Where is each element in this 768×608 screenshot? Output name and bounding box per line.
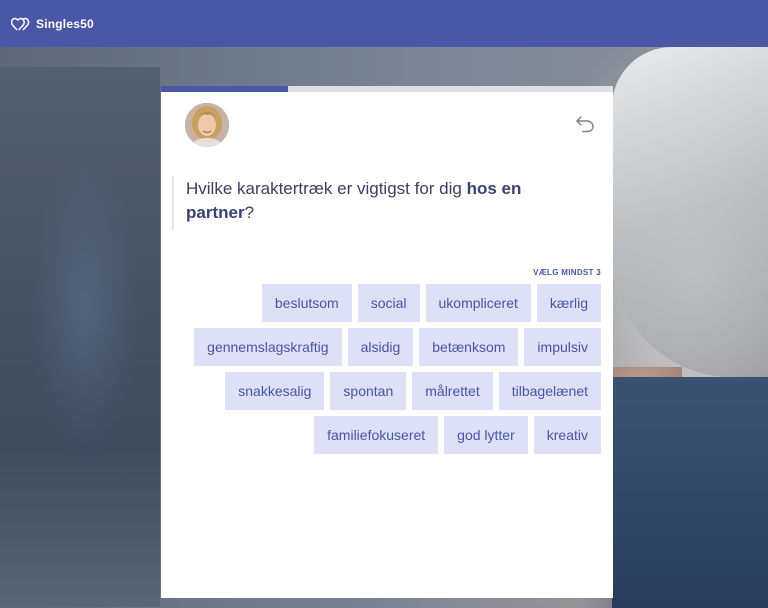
trait-chip[interactable]: tilbagelænet: [498, 372, 601, 410]
selection-hint: VÆLG MINDST 3: [533, 268, 601, 277]
trait-chip[interactable]: spontan: [330, 372, 407, 410]
progress-bar: [161, 86, 613, 92]
back-arrow-icon: [575, 115, 595, 138]
questionnaire-card: Hvilke karaktertræk er vigtigst for dig …: [161, 86, 613, 598]
progress-fill: [161, 86, 288, 92]
trait-chip[interactable]: kærlig: [536, 284, 601, 322]
trait-chip[interactable]: gennemslagskraftig: [194, 328, 342, 366]
question-lead: Hvilke karaktertræk er vigtigst for dig: [186, 179, 467, 198]
trait-chip[interactable]: social: [357, 284, 420, 322]
trait-chip[interactable]: impulsiv: [524, 328, 601, 366]
trait-chip[interactable]: beslutsom: [261, 284, 352, 322]
advisor-avatar: [185, 103, 229, 147]
brand-logo[interactable]: Singles50: [11, 17, 94, 31]
trait-chip[interactable]: god lytter: [444, 416, 528, 454]
trait-chip[interactable]: familiefokuseret: [314, 416, 439, 454]
top-bar: Singles50: [0, 0, 768, 47]
question-text: Hvilke karaktertræk er vigtigst for dig …: [186, 177, 526, 225]
trait-chip-list: beslutsom social ukompliceret kærlig gennems…: [191, 284, 601, 454]
question-accent-line: [172, 176, 174, 230]
double-heart-icon: [11, 17, 31, 31]
back-button[interactable]: [573, 114, 597, 138]
trait-chip[interactable]: kreativ: [533, 416, 601, 454]
trait-chip[interactable]: betænksom: [419, 328, 519, 366]
trait-chip[interactable]: snakkesalig: [225, 372, 325, 410]
question-end: ?: [244, 203, 255, 222]
trait-chip[interactable]: ukompliceret: [425, 284, 531, 322]
trait-chip[interactable]: alsidig: [347, 328, 414, 366]
trait-chip[interactable]: målrettet: [412, 372, 493, 410]
brand-name: Singles50: [36, 16, 94, 31]
